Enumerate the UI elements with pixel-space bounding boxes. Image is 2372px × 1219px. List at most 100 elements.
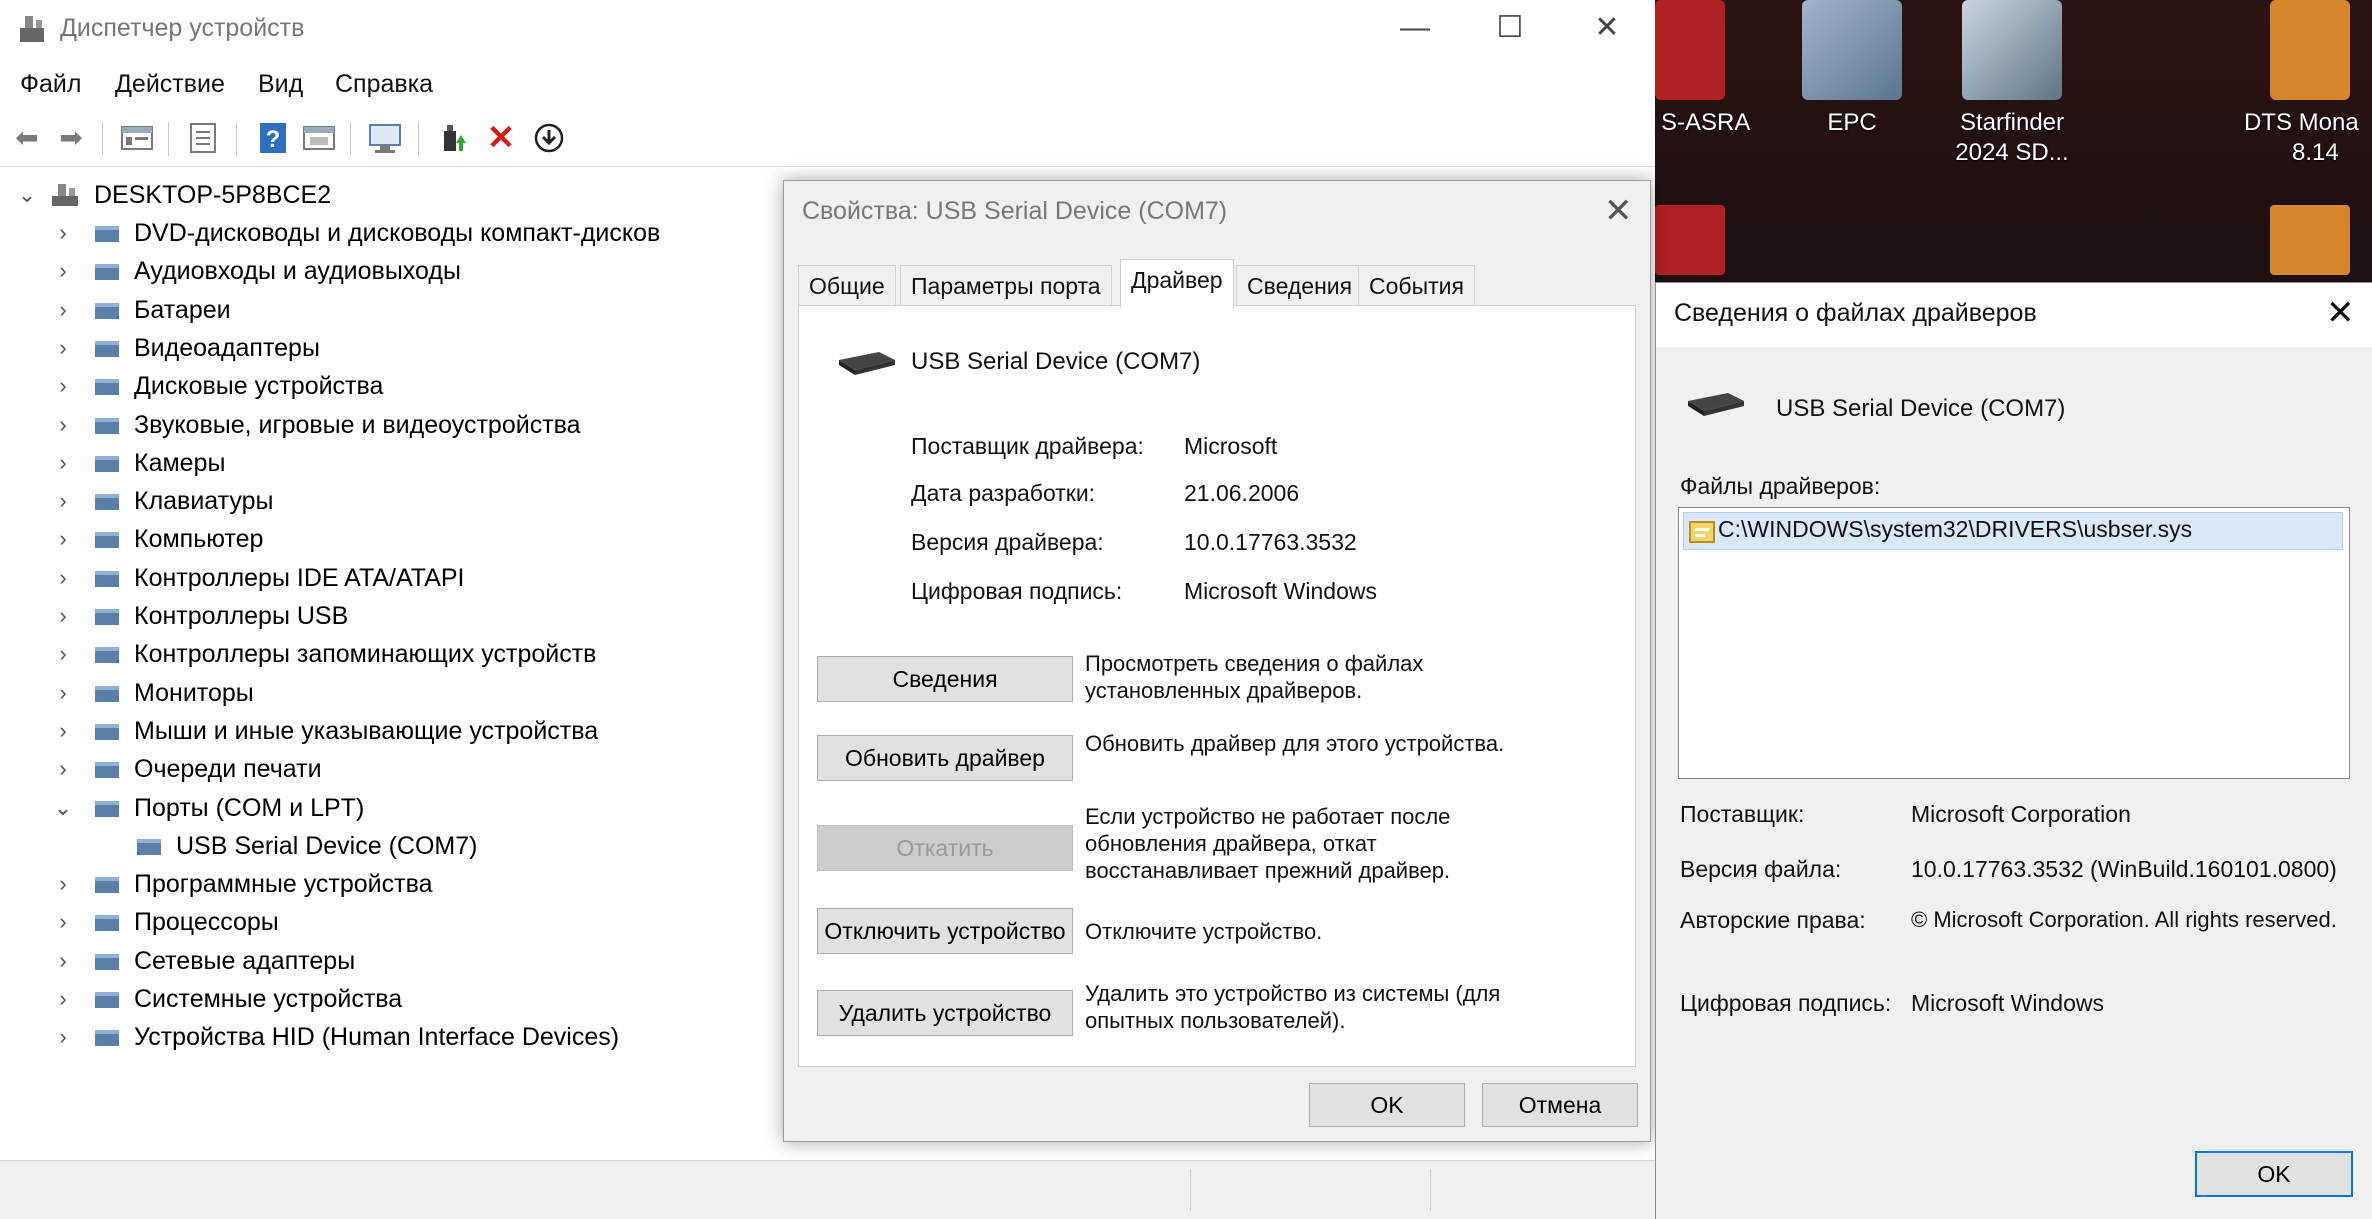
detail-value: 10.0.17763.3532 (WinBuild.160101.0800): [1911, 856, 2337, 882]
chevron-right-icon[interactable]: ›: [52, 942, 74, 980]
download-driver-icon[interactable]: [530, 119, 568, 157]
chevron-down-icon[interactable]: ⌄: [16, 176, 38, 214]
cancel-button[interactable]: Отмена: [1482, 1083, 1638, 1127]
update-view-icon[interactable]: [300, 119, 338, 157]
close-icon[interactable]: ✕: [2326, 293, 2355, 333]
detail-value: Microsoft Windows: [1911, 990, 2104, 1016]
chevron-right-icon[interactable]: ›: [52, 980, 74, 1018]
system-file-icon: [1689, 521, 1715, 543]
action-description: Обновить драйвер для этого устройства.: [1085, 731, 1505, 756]
tab-general[interactable]: Общие: [798, 265, 896, 306]
chevron-right-icon[interactable]: ›: [52, 635, 74, 673]
driver-details-button[interactable]: Сведения: [817, 656, 1073, 702]
field-value: 21.06.2006: [1184, 480, 1300, 506]
tree-item-label: Камеры: [134, 448, 226, 477]
chevron-right-icon[interactable]: ›: [52, 214, 74, 252]
tab-events[interactable]: События: [1358, 265, 1475, 306]
toolbar: ⬅ ➡ ? ✕: [0, 112, 1655, 167]
tree-item-label: Процессоры: [134, 908, 279, 937]
chevron-right-icon[interactable]: ›: [52, 712, 74, 750]
chevron-right-icon[interactable]: ›: [52, 252, 74, 290]
list-item[interactable]: C:\WINDOWS\system32\DRIVERS\usbser.sys: [1683, 512, 2343, 550]
chevron-right-icon[interactable]: ›: [52, 291, 74, 329]
tab-details[interactable]: Сведения: [1236, 265, 1364, 306]
ok-button[interactable]: OK: [1309, 1083, 1465, 1127]
spark-plug-icon: [1802, 0, 1902, 100]
tree-item-label: Сетевые адаптеры: [134, 946, 356, 975]
window-title: Диспетчер устройств: [60, 14, 305, 42]
tree-item-label: Устройства HID (Human Interface Devices): [134, 1023, 620, 1052]
chevron-right-icon[interactable]: ›: [52, 559, 74, 597]
driver-files-list[interactable]: C:\WINDOWS\system32\DRIVERS\usbser.sys: [1678, 507, 2350, 779]
uninstall-device-button[interactable]: Удалить устройство: [817, 990, 1073, 1036]
details-icon[interactable]: [184, 119, 222, 157]
back-icon[interactable]: ⬅: [8, 119, 46, 157]
field-label: Цифровая подпись:: [911, 578, 1123, 604]
chevron-right-icon[interactable]: ›: [52, 903, 74, 941]
software-device-icon: [95, 877, 119, 894]
toolbar-separator: [168, 122, 169, 156]
remove-device-icon[interactable]: ✕: [482, 119, 520, 157]
close-button[interactable]: ✕: [1572, 8, 1642, 48]
desktop-icon-epc[interactable]: EPC: [1777, 0, 1927, 138]
tab-port-settings[interactable]: Параметры порта: [900, 265, 1112, 306]
chevron-right-icon[interactable]: ›: [52, 367, 74, 405]
device-manager-titlebar[interactable]: Диспетчер устройств — ☐ ✕: [0, 0, 1655, 58]
keyboard-icon: [95, 494, 119, 511]
action-description: Отключите устройство.: [1085, 919, 1323, 944]
chevron-right-icon[interactable]: ›: [52, 482, 74, 520]
chevron-right-icon[interactable]: ›: [52, 674, 74, 712]
s-asra-app-icon: [1655, 0, 1725, 100]
enable-device-icon[interactable]: [434, 119, 472, 157]
chevron-right-icon[interactable]: ›: [52, 329, 74, 367]
menu-help[interactable]: Справка: [335, 70, 433, 99]
chevron-right-icon[interactable]: ›: [52, 750, 74, 788]
desktop-icon-dts-monaco[interactable]: DTS Mona 8.14: [2230, 0, 2372, 168]
menu-action[interactable]: Действие: [115, 70, 225, 99]
monitor-icon: [95, 685, 119, 702]
chevron-right-icon[interactable]: ›: [52, 597, 74, 635]
computer-icon: [95, 532, 119, 549]
desktop-icon-starfinder[interactable]: Starfinder 2024 SD...: [1937, 0, 2087, 168]
menu-view[interactable]: Вид: [258, 70, 303, 99]
ok-button[interactable]: OK: [2195, 1151, 2353, 1197]
chevron-right-icon[interactable]: ›: [52, 406, 74, 444]
dialog-titlebar[interactable]: Сведения о файлах драйверов ✕: [1656, 283, 2372, 347]
printer-icon: [95, 762, 119, 779]
toolbar-separator: [418, 122, 419, 156]
tab-driver[interactable]: Драйвер: [1120, 259, 1234, 308]
scan-hardware-icon[interactable]: [366, 119, 404, 157]
minimize-button[interactable]: —: [1380, 8, 1450, 48]
menu-file[interactable]: Файл: [20, 70, 81, 99]
detail-label: Поставщик:: [1680, 801, 1805, 827]
tree-item-label: Контроллеры запоминающих устройств: [134, 640, 597, 669]
chevron-right-icon[interactable]: ›: [52, 1018, 74, 1056]
desktop-icon-label: DTS Mona: [2244, 109, 2359, 136]
update-driver-button[interactable]: Обновить драйвер: [817, 735, 1073, 781]
rollback-driver-button[interactable]: Откатить: [817, 825, 1073, 871]
action-description: Удалить это устройство из системы (для оп…: [1085, 981, 1501, 1033]
chevron-right-icon[interactable]: ›: [52, 865, 74, 903]
chevron-right-icon[interactable]: ›: [52, 444, 74, 482]
properties-view-icon[interactable]: [118, 119, 156, 157]
toolbar-separator: [350, 122, 351, 156]
chevron-right-icon[interactable]: ›: [52, 520, 74, 558]
chevron-down-icon[interactable]: ⌄: [52, 789, 74, 827]
files-label: Файлы драйверов:: [1680, 473, 1881, 499]
port-icon: [137, 838, 161, 855]
dialog-title: Сведения о файлах драйверов: [1674, 299, 2037, 327]
tree-item-label: Программные устройства: [134, 870, 433, 899]
field-value: Microsoft Windows: [1184, 578, 1377, 604]
close-icon[interactable]: ✕: [1604, 191, 1633, 231]
storage-controller-icon: [95, 647, 119, 664]
port-icon: [95, 800, 119, 817]
s-asra-app-icon-2[interactable]: [1655, 205, 1725, 275]
maximize-button[interactable]: ☐: [1475, 8, 1545, 48]
processor-icon: [95, 915, 119, 932]
tree-root-label: DESKTOP-5P8BCE2: [94, 181, 332, 209]
dts-monaco-app-icon-2[interactable]: [2270, 205, 2350, 275]
disable-device-button[interactable]: Отключить устройство: [817, 908, 1073, 954]
status-bar: [0, 1160, 1655, 1219]
help-icon[interactable]: ?: [254, 119, 292, 157]
forward-icon[interactable]: ➡: [52, 119, 90, 157]
